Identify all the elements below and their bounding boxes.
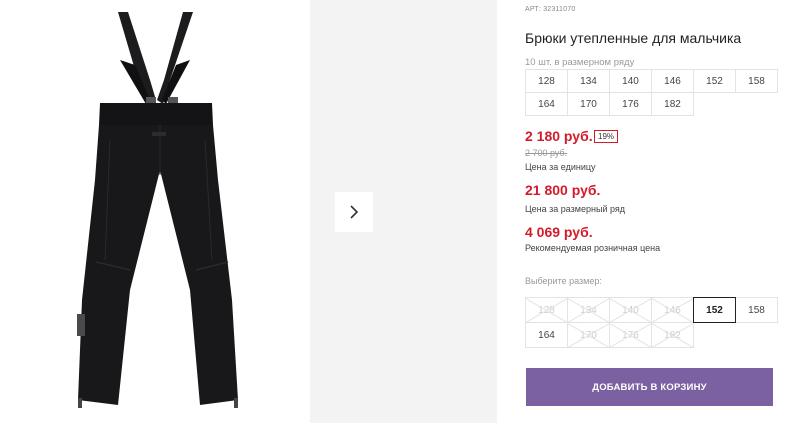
size-option[interactable]: 152 <box>693 297 736 323</box>
article-number: АРТ: 32311070 <box>525 6 576 13</box>
size-option: 170 <box>567 322 610 348</box>
gallery-next-button[interactable] <box>335 192 373 232</box>
size-row-cell: 152 <box>693 69 736 93</box>
chevron-right-icon <box>350 205 359 219</box>
old-price: 2 700 руб. <box>525 148 568 158</box>
size-selector: 128 134 140 146 152 158 164 170 176 182 <box>525 297 778 348</box>
row-price-caption: Цена за размерный ряд <box>525 204 626 214</box>
retail-price: 4 069 руб. <box>525 224 593 240</box>
choose-size-label: Выберите размер: <box>525 276 602 286</box>
unit-price-caption: Цена за единицу <box>525 162 596 172</box>
unit-price: 2 180 руб. <box>525 128 593 144</box>
size-row-cell: 128 <box>525 69 568 93</box>
row-price: 21 800 руб. <box>525 182 601 198</box>
size-option: 140 <box>609 297 652 323</box>
size-option: 176 <box>609 322 652 348</box>
size-row-cell: 164 <box>525 92 568 116</box>
size-option[interactable]: 158 <box>735 297 778 323</box>
ski-pants-image <box>77 12 238 408</box>
size-row-grid: 128 134 140 146 152 158 164 170 176 182 <box>525 69 778 116</box>
size-row-cell: 182 <box>651 92 694 116</box>
size-row-cell: 158 <box>735 69 778 93</box>
size-option: 128 <box>525 297 568 323</box>
size-option: 134 <box>567 297 610 323</box>
size-row-cell: 170 <box>567 92 610 116</box>
retail-price-caption: Рекомендуемая розничная цена <box>525 243 661 253</box>
size-option: 182 <box>651 322 694 348</box>
size-option[interactable]: 164 <box>525 322 568 348</box>
size-row-cell: 146 <box>651 69 694 93</box>
size-row-cell: 140 <box>609 69 652 93</box>
size-option: 146 <box>651 297 694 323</box>
discount-badge: 19% <box>594 130 619 143</box>
add-to-cart-button[interactable]: ДОБАВИТЬ В КОРЗИНУ <box>526 368 773 406</box>
product-image[interactable] <box>0 0 309 423</box>
product-title: Брюки утепленные для мальчика <box>525 30 742 46</box>
size-row-cell: 134 <box>567 69 610 93</box>
size-row-note: 10 шт. в размерном ряду <box>525 57 635 68</box>
size-row-cell: 176 <box>609 92 652 116</box>
